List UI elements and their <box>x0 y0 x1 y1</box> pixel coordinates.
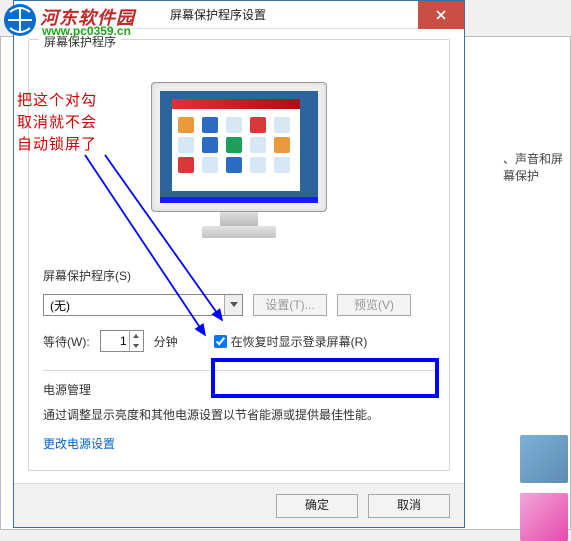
preview-monitor-wrap <box>43 82 435 247</box>
monitor-base <box>202 226 276 238</box>
theme-thumb[interactable] <box>520 435 568 483</box>
screensaver-row: (无) 设置(T)... 预览(V) <box>43 294 435 316</box>
preview-button[interactable]: 预览(V) <box>337 294 411 316</box>
resume-checkbox-wrap[interactable]: 在恢复时显示登录屏幕(R) <box>214 333 368 350</box>
change-power-link[interactable]: 更改电源设置 <box>43 435 115 452</box>
spinner-arrows[interactable] <box>129 331 143 351</box>
select-value: (无) <box>50 299 70 313</box>
wait-row: 等待(W): 1 分钟 在恢复时显示登录屏幕(R) <box>43 330 435 352</box>
wait-label: 等待(W): <box>43 333 90 350</box>
theme-thumb[interactable] <box>520 493 568 541</box>
monitor-bezel <box>151 82 327 212</box>
dialog-footer: 确定 取消 <box>14 483 464 527</box>
monitor-screen <box>160 91 318 203</box>
wait-spinner[interactable]: 1 <box>100 330 144 352</box>
cancel-button[interactable]: 取消 <box>368 494 450 518</box>
resume-login-checkbox[interactable] <box>214 335 227 348</box>
chevron-down-icon <box>224 295 242 315</box>
preview-taskbar <box>160 197 318 203</box>
wait-value: 1 <box>120 334 127 348</box>
screensaver-settings-dialog: 屏幕保护程序设置 屏幕保护程序 <box>13 0 465 528</box>
power-desc: 通过调整显示亮度和其他电源设置以节省能源或提供最佳性能。 <box>43 406 435 423</box>
screensaver-label: 屏幕保护程序(S) <box>43 267 435 284</box>
wait-unit: 分钟 <box>154 333 178 350</box>
preview-monitor <box>151 82 327 247</box>
settings-button[interactable]: 设置(T)... <box>253 294 327 316</box>
logo-url: www.pc0359.cn <box>42 24 131 38</box>
bg-text: 、声音和屏幕保护 <box>503 150 570 184</box>
monitor-stand <box>220 212 258 226</box>
close-button[interactable] <box>418 1 464 29</box>
watermark-logo: 河东软件园 www.pc0359.cn <box>2 2 322 42</box>
annotation-highlight-box <box>211 358 439 398</box>
ok-button[interactable]: 确定 <box>276 494 358 518</box>
resume-checkbox-label: 在恢复时显示登录屏幕(R) <box>231 333 368 350</box>
logo-icon <box>2 2 38 38</box>
annotation-text: 把这个对勾 取消就不会 自动锁屏了 <box>17 90 97 156</box>
close-icon <box>436 10 446 20</box>
preview-window <box>172 99 300 191</box>
screensaver-select[interactable]: (无) <box>43 294 243 316</box>
